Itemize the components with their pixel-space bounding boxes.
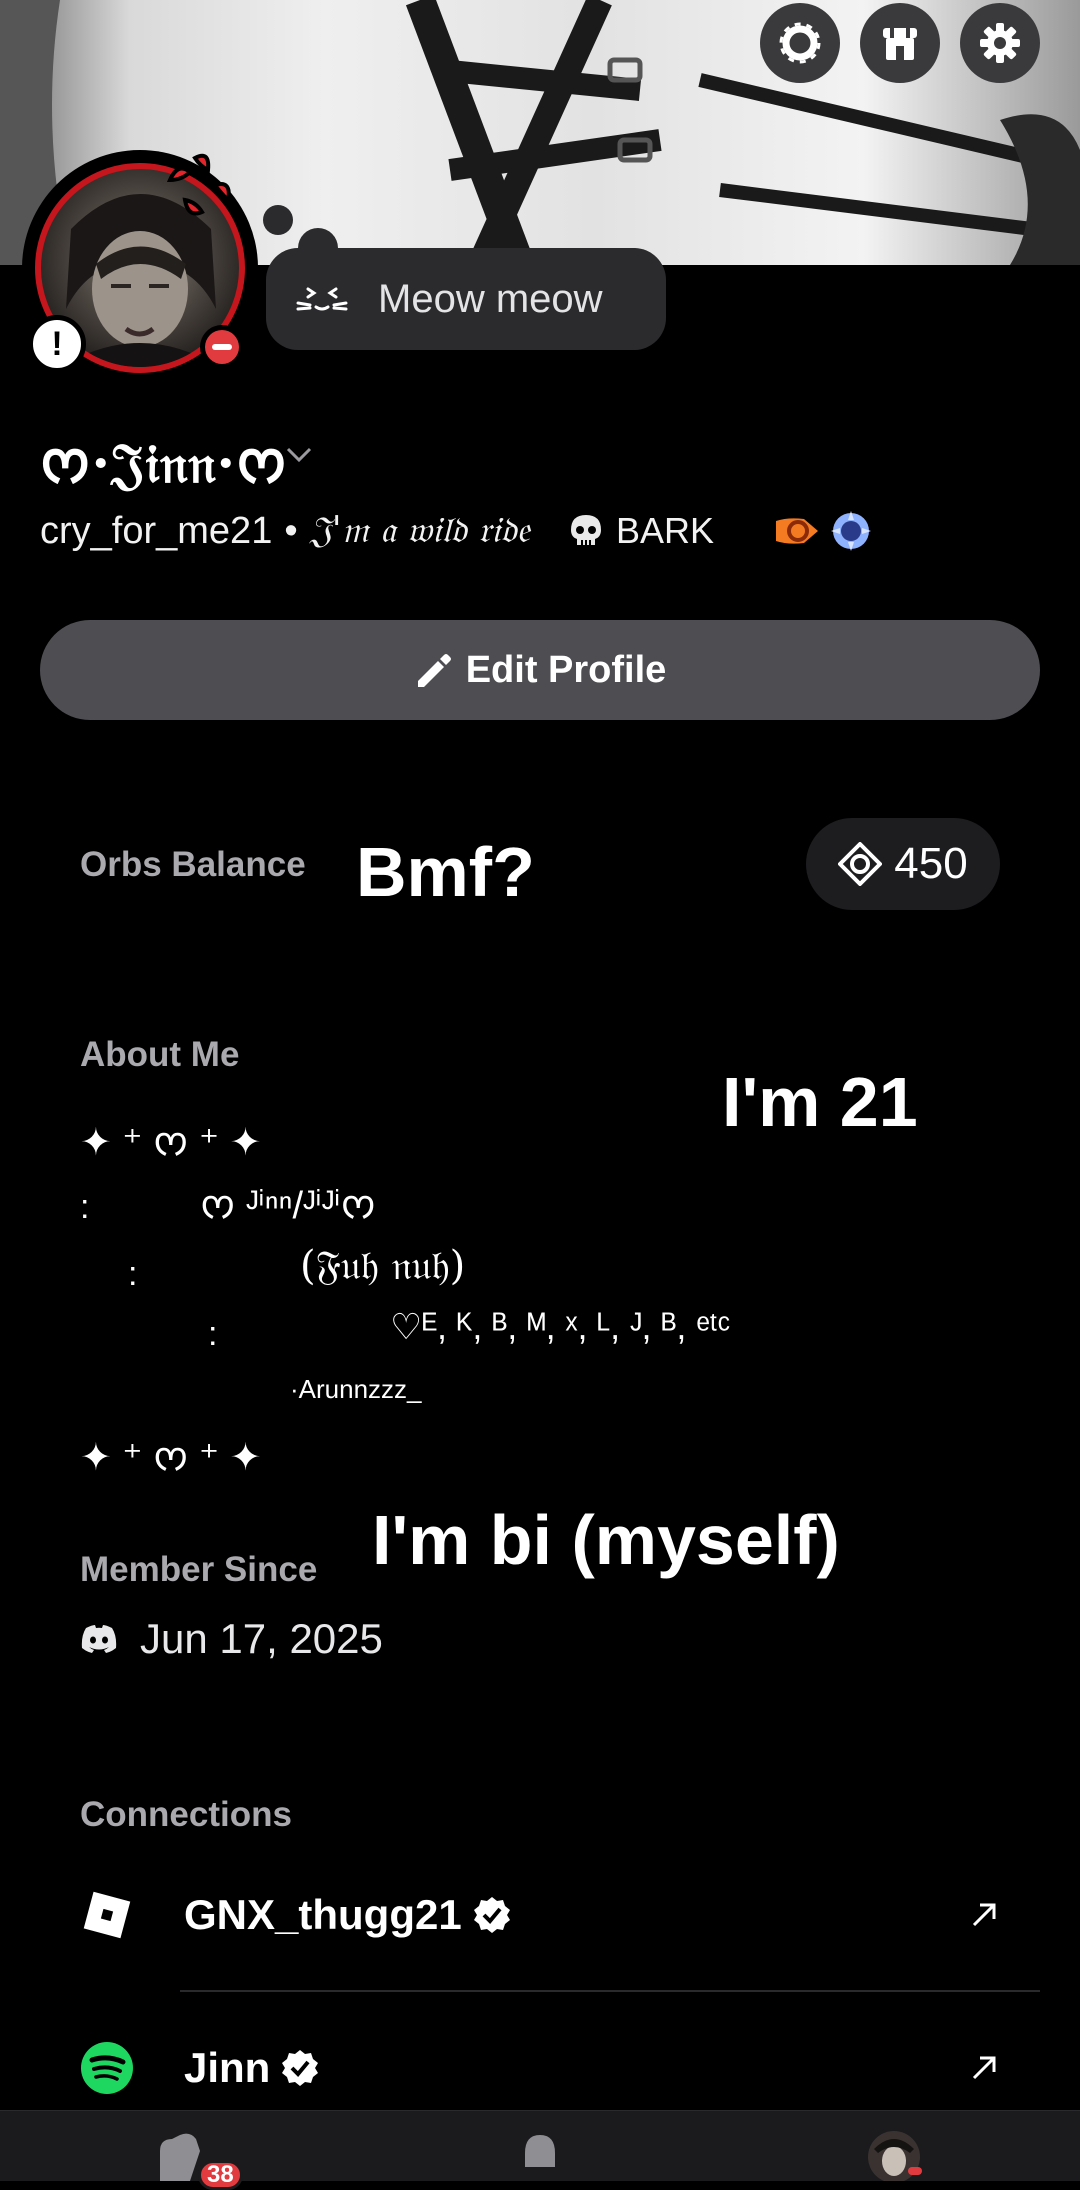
about-line: (𝔉𝔲𝔥 𝔫𝔲𝔥) xyxy=(300,1243,466,1289)
orbs-balance-value: 450 xyxy=(894,839,968,888)
connection-name: Jinn xyxy=(184,2044,271,2091)
overlay-text-age: I'm 21 xyxy=(722,1063,918,1141)
connection-item-spotify[interactable]: Jinn xyxy=(80,2023,1040,2113)
custom-status-bubble[interactable]: Meow meow xyxy=(266,248,666,350)
notification-badge: 38 xyxy=(198,2160,243,2190)
about-line: : xyxy=(208,1315,218,1353)
orb-icon xyxy=(838,842,883,886)
bottom-navigation xyxy=(0,2110,1080,2181)
nitro-button[interactable] xyxy=(760,3,840,83)
dnd-status-icon xyxy=(205,330,239,364)
server-tag[interactable]: BARK xyxy=(568,510,714,552)
verified-icon xyxy=(282,2050,319,2086)
settings-button[interactable] xyxy=(960,3,1040,83)
status-indicator xyxy=(200,325,244,369)
edit-profile-button[interactable]: Edit Profile xyxy=(40,620,1040,720)
quest-badge-icon[interactable] xyxy=(828,508,874,554)
overlay-text-bi: I'm bi (myself) xyxy=(372,1501,840,1579)
about-line: : xyxy=(128,1255,138,1293)
connection-item-roblox[interactable]: GNX_thugg21 xyxy=(80,1870,1040,1960)
connection-divider xyxy=(180,1990,1040,1992)
discord-icon xyxy=(81,1625,117,1653)
about-line: ✦ ⁺ ᰔ ⁺ ✦ xyxy=(80,1437,262,1479)
orbs-balance-pill[interactable]: 450 xyxy=(806,818,1000,910)
server-tag-label: BARK xyxy=(615,510,714,551)
pencil-icon xyxy=(417,654,451,687)
username[interactable]: cry_for_me21 xyxy=(40,510,272,553)
pronouns: 𝔍'𝔪 𝔞 𝔴𝔦𝔩𝔡 𝔯𝔦𝔡𝔢 xyxy=(309,510,530,551)
chevron-down-icon[interactable] xyxy=(284,445,314,465)
connections-label: Connections xyxy=(80,1795,292,1834)
about-me-label: About Me xyxy=(80,1035,240,1074)
anger-sticker-icon xyxy=(166,153,231,216)
bubble-dot xyxy=(263,205,293,235)
about-line: ᰔ ᴶⁱⁿⁿ/ᴶⁱᴶⁱᰔ xyxy=(200,1185,376,1227)
external-link-icon[interactable] xyxy=(968,2052,1000,2084)
about-line: ✦ ⁺ ᰔ ⁺ ✦ xyxy=(80,1122,262,1164)
overlay-text-bmf: Bmf? xyxy=(356,833,535,911)
separator: • xyxy=(284,509,298,552)
edit-profile-label: Edit Profile xyxy=(465,648,667,691)
shop-button[interactable] xyxy=(860,3,940,83)
gear-icon xyxy=(980,23,1020,63)
about-line: ·Arunnzzz_ xyxy=(290,1374,422,1404)
profile-subtitle-row: cry_for_me21 • 𝔍'𝔪 𝔞 𝔴𝔦𝔩𝔡 𝔯𝔦𝔡𝔢 BARK xyxy=(40,503,874,559)
member-since-row: Jun 17, 2025 xyxy=(80,1615,383,1663)
alert-icon[interactable]: ! xyxy=(28,315,86,373)
about-line: : xyxy=(80,1188,90,1226)
about-line: ♡ᴱ, ᴷ, ᴮ, ᴹ, ˣ, ᴸ, ᴶ, ᴮ, ᵉᵗᶜ xyxy=(390,1306,731,1347)
custom-status-text: Meow meow xyxy=(378,276,603,321)
boost-badge-icon[interactable] xyxy=(774,513,820,549)
bell-icon[interactable] xyxy=(515,2131,565,2181)
display-name[interactable]: ᰔ·𝔍𝔦𝔫𝔫·ᰔ xyxy=(40,425,288,507)
orbs-balance-label: Orbs Balance xyxy=(80,845,306,884)
verified-icon xyxy=(473,1897,510,1933)
profile-avatar-icon[interactable] xyxy=(866,2127,922,2181)
member-since-label: Member Since xyxy=(80,1550,318,1589)
nitro-icon xyxy=(779,22,821,64)
member-since-date: Jun 17, 2025 xyxy=(140,1615,383,1662)
cat-face-icon xyxy=(296,287,348,311)
connection-name: GNX_thugg21 xyxy=(184,1891,462,1938)
shop-icon xyxy=(883,28,917,60)
roblox-icon xyxy=(83,1891,131,1939)
spotify-icon xyxy=(81,2042,133,2094)
external-link-icon[interactable] xyxy=(968,1899,1000,1931)
skull-icon xyxy=(570,515,601,545)
